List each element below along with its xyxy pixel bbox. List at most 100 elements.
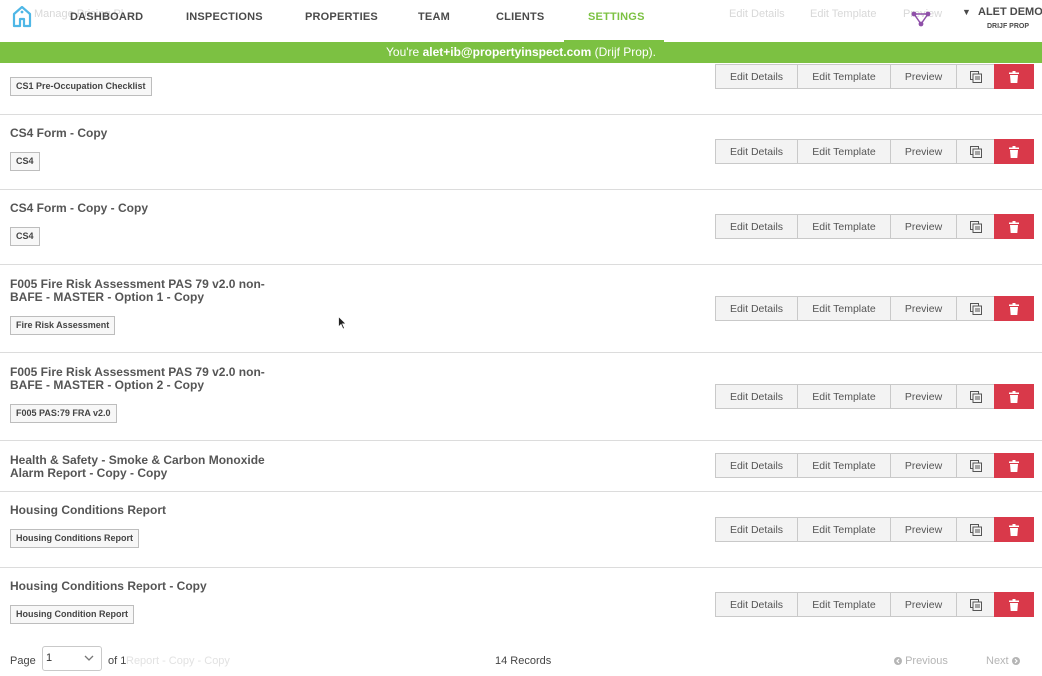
template-tag: CS1 Pre-Occupation Checklist [10, 77, 152, 96]
copy-icon [969, 390, 982, 403]
edit-details-button[interactable]: Edit Details [715, 453, 798, 478]
next-page-button[interactable]: Next [986, 655, 1020, 667]
nav-team[interactable]: TEAM [418, 11, 450, 23]
network-icon[interactable] [911, 11, 931, 27]
user-menu-name[interactable]: ALET DEMO [978, 6, 1042, 18]
edit-template-button[interactable]: Edit Template [797, 64, 891, 89]
preview-label: Preview [904, 598, 943, 611]
chevron-left-icon [894, 657, 902, 665]
preview-label: Preview [904, 523, 943, 536]
edit-details-button[interactable]: Edit Details [715, 214, 798, 239]
copy-icon [969, 598, 982, 611]
edit-template-button[interactable]: Edit Template [797, 296, 891, 321]
delete-button[interactable] [994, 592, 1034, 617]
edit-details-button[interactable]: Edit Details [715, 296, 798, 321]
previous-page-button[interactable]: Previous [894, 655, 948, 667]
copy-button[interactable] [956, 592, 995, 617]
template-title[interactable]: Housing Conditions Report - Copy [10, 580, 280, 593]
template-tag: Fire Risk Assessment [10, 316, 116, 335]
edit-template-button[interactable]: Edit Template [797, 139, 891, 164]
preview-label: Preview [904, 220, 943, 233]
edit-template-button[interactable]: Edit Template [797, 214, 891, 239]
nav-dashboard[interactable]: DASHBOARD [70, 11, 143, 23]
edit-template-label: Edit Template [812, 523, 876, 536]
template-tag: CS4 [10, 152, 40, 171]
chevron-down-icon [84, 655, 94, 661]
copy-button[interactable] [956, 214, 995, 239]
template-title[interactable]: F005 Fire Risk Assessment PAS 79 v2.0 no… [10, 366, 280, 392]
copy-button[interactable] [956, 64, 995, 89]
row-actions: Edit Details Edit Template Preview [715, 592, 1034, 617]
home-logo-icon[interactable] [12, 6, 32, 28]
trash-icon [1009, 302, 1019, 315]
nav-inspections[interactable]: INSPECTIONS [186, 11, 263, 23]
copy-icon [969, 70, 982, 83]
delete-button[interactable] [994, 214, 1034, 239]
delete-button[interactable] [994, 384, 1034, 409]
delete-button[interactable] [994, 64, 1034, 89]
template-title[interactable]: Health & Safety - Smoke & Carbon Monoxid… [10, 454, 280, 480]
copy-button[interactable] [956, 139, 995, 164]
delete-button[interactable] [994, 296, 1034, 321]
edit-template-label: Edit Template [812, 70, 876, 83]
chevron-down-icon[interactable]: ▼ [962, 7, 971, 17]
ghost-row-text: Report - Copy - Copy [126, 655, 230, 667]
trash-icon [1009, 523, 1019, 536]
preview-label: Preview [904, 145, 943, 158]
template-title[interactable]: F005 Fire Risk Assessment PAS 79 v2.0 no… [10, 278, 280, 304]
template-title[interactable]: CS4 Form - Copy - Copy [10, 202, 280, 215]
page-select[interactable]: 1 [42, 646, 102, 671]
edit-details-button[interactable]: Edit Details [715, 592, 798, 617]
edit-details-button[interactable]: Edit Details [715, 384, 798, 409]
preview-button[interactable]: Preview [890, 296, 957, 321]
banner-suffix: (Drijf Prop). [591, 45, 656, 59]
nav-clients[interactable]: CLIENTS [496, 11, 544, 23]
copy-button[interactable] [956, 296, 995, 321]
preview-button[interactable]: Preview [890, 214, 957, 239]
copy-icon [969, 459, 982, 472]
preview-label: Preview [904, 390, 943, 403]
edit-details-button[interactable]: Edit Details [715, 64, 798, 89]
template-tag: Housing Conditions Report [10, 529, 139, 548]
preview-button[interactable]: Preview [890, 384, 957, 409]
preview-button[interactable]: Preview [890, 517, 957, 542]
edit-details-button[interactable]: Edit Details [715, 139, 798, 164]
edit-template-button[interactable]: Edit Template [797, 453, 891, 478]
delete-button[interactable] [994, 453, 1034, 478]
preview-label: Preview [904, 70, 943, 83]
edit-template-label: Edit Template [812, 459, 876, 472]
pagination-bar: Page 1 of 1 Report - Copy - Copy 14 Reco… [0, 624, 1042, 676]
copy-button[interactable] [956, 517, 995, 542]
template-row: F005 Fire Risk Assessment PAS 79 v2.0 no… [0, 353, 1042, 441]
template-row: F005 Fire Risk Assessment PAS 79 v2.0 no… [0, 265, 1042, 353]
template-row: Health & Safety - Smoke & Carbon Monoxid… [0, 441, 1042, 492]
template-title[interactable]: CS4 Form - Copy [10, 127, 280, 140]
row-actions: Edit Details Edit Template Preview [715, 384, 1034, 409]
preview-button[interactable]: Preview [890, 64, 957, 89]
template-tag: F005 PAS:79 FRA v2.0 [10, 404, 117, 423]
edit-template-button[interactable]: Edit Template [797, 517, 891, 542]
edit-details-button[interactable]: Edit Details [715, 517, 798, 542]
trash-icon [1009, 390, 1019, 403]
preview-button[interactable]: Preview [890, 453, 957, 478]
preview-label: Preview [904, 302, 943, 315]
edit-template-label: Edit Template [812, 220, 876, 233]
chevron-right-icon [1011, 657, 1020, 665]
next-label: Next [986, 655, 1009, 667]
edit-details-label: Edit Details [729, 390, 784, 403]
copy-button[interactable] [956, 384, 995, 409]
preview-button[interactable]: Preview [890, 139, 957, 164]
delete-button[interactable] [994, 139, 1034, 164]
template-row: CS4 Form - Copy CS4 Edit Details Edit Te… [0, 115, 1042, 190]
edit-template-button[interactable]: Edit Template [797, 384, 891, 409]
ghost-edit-details-text: Edit Details [729, 8, 785, 20]
edit-details-label: Edit Details [729, 70, 784, 83]
edit-template-button[interactable]: Edit Template [797, 592, 891, 617]
page-select-value: 1 [46, 652, 53, 664]
delete-button[interactable] [994, 517, 1034, 542]
preview-button[interactable]: Preview [890, 592, 957, 617]
nav-settings[interactable]: SETTINGS [588, 11, 645, 23]
template-title[interactable]: Housing Conditions Report [10, 504, 280, 517]
nav-properties[interactable]: PROPERTIES [305, 11, 378, 23]
copy-button[interactable] [956, 453, 995, 478]
